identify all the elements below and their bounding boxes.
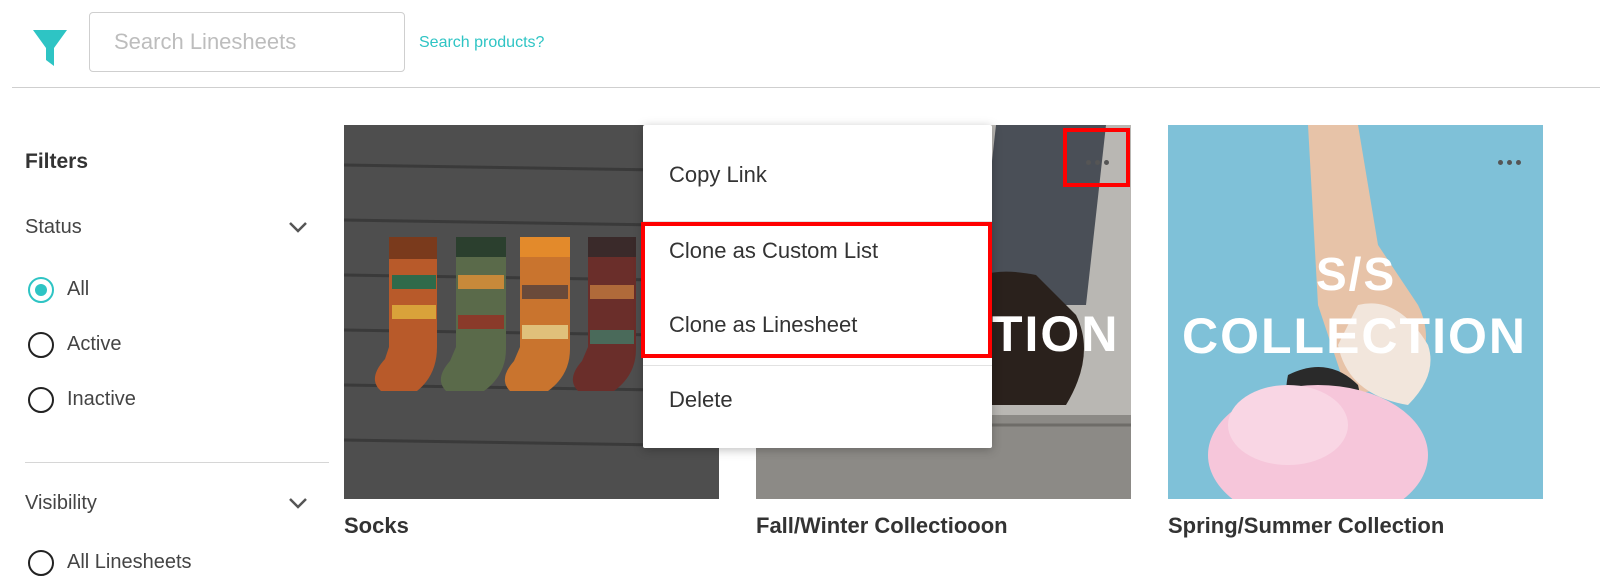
more-dots-icon <box>1497 159 1503 165</box>
more-dots-icon <box>1085 159 1091 165</box>
search-products-link[interactable]: Search products? <box>419 34 544 52</box>
filters-title: Filters <box>25 150 89 173</box>
search-input[interactable] <box>89 12 405 72</box>
menu-item-copy-link[interactable]: Copy Link <box>643 137 992 212</box>
context-menu: Copy Link Clone as Custom List Clone as … <box>643 125 992 448</box>
filters-sidebar: Filters Status All Active Inactive Visib… <box>0 88 340 578</box>
radio-label: Active <box>67 333 122 355</box>
card-title[interactable]: Fall/Winter Collectiooon <box>756 513 1008 539</box>
card-title[interactable]: Socks <box>344 513 409 539</box>
radio-label: All <box>67 278 90 300</box>
menu-item-delete[interactable]: Delete <box>643 362 992 437</box>
chevron-down-icon <box>289 222 307 233</box>
visibility-label: Visibility <box>25 492 97 514</box>
overlay-text-line1: S/S <box>1316 248 1397 300</box>
overlay-text: TION <box>992 306 1120 362</box>
top-bar: Search products? <box>0 0 1600 88</box>
menu-item-clone-custom-list[interactable]: Clone as Custom List <box>643 213 992 288</box>
status-label: Status <box>25 216 82 238</box>
divider <box>25 462 329 463</box>
radio-icon <box>28 332 54 358</box>
radio-label: Inactive <box>67 388 136 410</box>
radio-selected-icon <box>28 277 54 303</box>
radio-icon <box>28 550 54 576</box>
filter-icon[interactable] <box>30 26 70 70</box>
radio-label: All Linesheets <box>67 551 192 573</box>
more-options-button[interactable] <box>1485 147 1533 177</box>
overlay-text-line2: COLLECTION <box>1182 308 1527 364</box>
card-title[interactable]: Spring/Summer Collection <box>1168 513 1444 539</box>
more-options-button[interactable] <box>1073 147 1121 177</box>
radio-icon <box>28 387 54 413</box>
chevron-down-icon <box>289 498 307 509</box>
visibility-section-toggle[interactable]: Visibility <box>25 490 325 520</box>
spring-summer-image[interactable]: S/S COLLECTION <box>1168 125 1543 499</box>
menu-item-clone-linesheet[interactable]: Clone as Linesheet <box>643 287 992 362</box>
status-section-toggle[interactable]: Status <box>25 214 325 244</box>
